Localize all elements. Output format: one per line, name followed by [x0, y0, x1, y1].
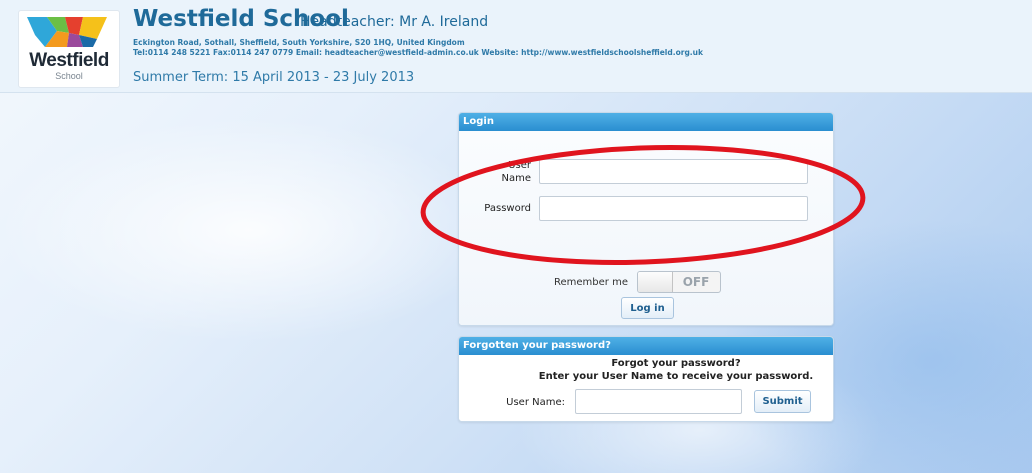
username-label-line2: Name — [501, 173, 531, 184]
password-label: Password — [484, 203, 531, 214]
remember-me-toggle[interactable]: OFF — [637, 271, 721, 293]
forgot-username-input[interactable] — [575, 389, 742, 414]
logo-subtitle: School — [55, 71, 83, 81]
username-label: User Name — [493, 159, 531, 185]
term-dates: Summer Term: 15 April 2013 - 23 July 201… — [133, 70, 415, 85]
forgot-panel-title: Forgotten your password? — [459, 337, 833, 355]
school-logo: Westfield School — [18, 10, 120, 88]
toggle-knob — [638, 272, 673, 292]
school-address: Eckington Road, Sothall, Sheffield, Sout… — [133, 38, 465, 47]
username-label-line1: User — [508, 160, 531, 171]
submit-button[interactable]: Submit — [754, 390, 811, 413]
forgot-password-panel: Forgotten your password? Forgot your pas… — [458, 336, 834, 422]
login-panel-title: Login — [459, 113, 833, 131]
forgot-instructions: Enter your User Name to receive your pas… — [538, 371, 814, 382]
password-input[interactable] — [539, 196, 808, 221]
logo-mark-icon — [27, 17, 107, 47]
remember-me-label: Remember me — [554, 277, 628, 288]
headteacher: Headteacher: Mr A. Ireland — [300, 14, 489, 30]
login-button[interactable]: Log in — [621, 297, 674, 319]
logo-text: Westfield — [29, 50, 109, 71]
school-contact: Tel:0114 248 5221 Fax:0114 247 0779 Emai… — [133, 48, 703, 57]
page-header: Westfield School Westfield School Headte… — [0, 0, 1032, 93]
toggle-state: OFF — [682, 275, 710, 289]
username-input[interactable] — [539, 159, 808, 184]
login-panel-body: User Name Password Remember me OFF Log i… — [459, 131, 833, 325]
forgot-panel-body: Forgot your password? Enter your User Na… — [459, 355, 833, 421]
forgot-heading: Forgot your password? — [611, 358, 741, 369]
forgot-username-label: User Name: — [506, 397, 565, 408]
login-panel: Login User Name Password Remember me OFF… — [458, 112, 834, 326]
